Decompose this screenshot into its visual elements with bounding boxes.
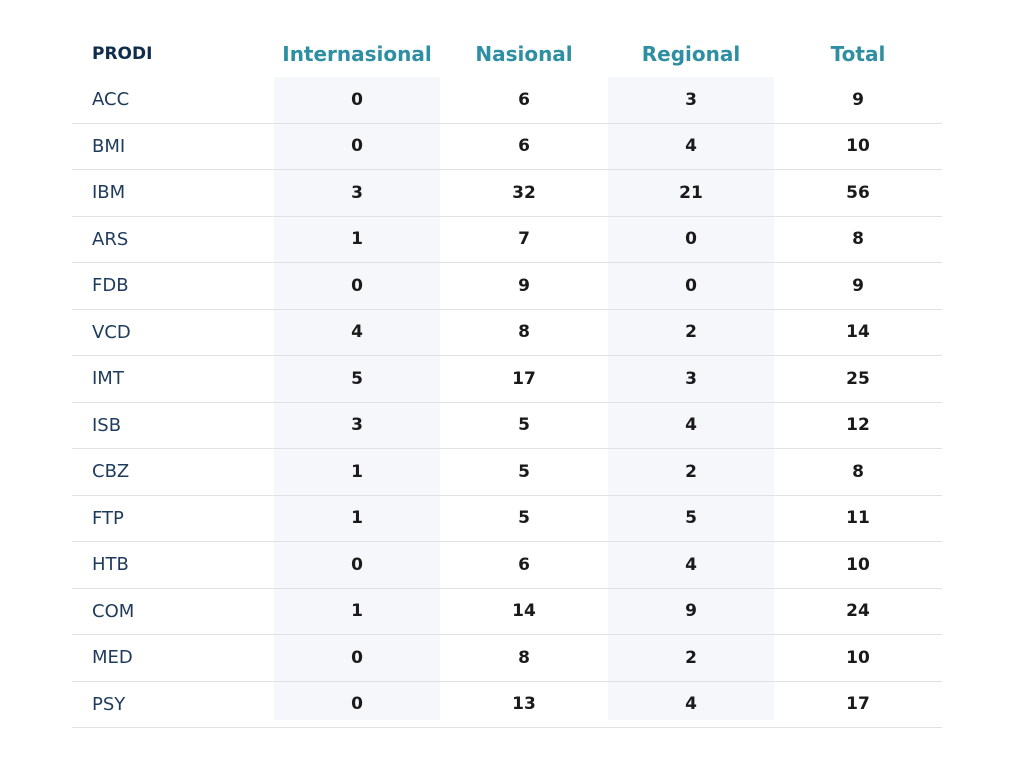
cell-nasional: 7	[518, 229, 530, 250]
table-row: FDB 0 9 0 9	[72, 263, 942, 310]
cell-internasional: 3	[351, 182, 363, 203]
cell-nasional: 32	[512, 182, 536, 203]
table-header-row: PRODI Internasional Nasional Regional To…	[72, 30, 942, 77]
cell-regional: 5	[685, 508, 697, 529]
cell-regional: 4	[685, 136, 697, 157]
cell-prodi: VCD	[92, 321, 131, 343]
cell-prodi: CBZ	[92, 461, 130, 483]
cell-nasional: 5	[518, 415, 530, 436]
cell-nasional: 6	[518, 554, 530, 575]
cell-internasional: 1	[351, 601, 363, 622]
table-row: PSY 0 13 4 17	[72, 682, 942, 728]
cell-nasional: 8	[518, 647, 530, 668]
cell-total: 8	[852, 461, 864, 482]
cell-regional: 21	[679, 182, 703, 203]
cell-total: 11	[846, 508, 870, 529]
cell-regional: 4	[685, 694, 697, 715]
cell-regional: 2	[685, 461, 697, 482]
cell-internasional: 0	[351, 275, 363, 296]
cell-prodi: FDB	[92, 275, 129, 297]
cell-internasional: 0	[351, 136, 363, 157]
cell-total: 9	[852, 275, 864, 296]
cell-prodi: MED	[92, 647, 133, 669]
table-row: BMI 0 6 4 10	[72, 124, 942, 170]
header-prodi: PRODI	[92, 43, 153, 64]
table-row: ARS 1 7 0 8	[72, 217, 942, 263]
cell-nasional: 6	[518, 136, 530, 157]
header-total: Total	[830, 41, 886, 66]
cell-internasional: 0	[351, 647, 363, 668]
cell-internasional: 0	[351, 554, 363, 575]
table-row: FTP 1 5 5 11	[72, 496, 942, 542]
cell-regional: 2	[685, 322, 697, 343]
cell-total: 9	[852, 89, 864, 110]
cell-total: 56	[846, 182, 870, 203]
cell-total: 10	[846, 554, 870, 575]
header-internasional: Internasional	[282, 41, 432, 66]
cell-regional: 3	[685, 89, 697, 110]
cell-regional: 4	[685, 554, 697, 575]
table-row: MED 0 8 2 10	[72, 635, 942, 682]
cell-nasional: 14	[512, 601, 536, 622]
cell-prodi: COM	[92, 600, 135, 622]
cell-internasional: 1	[351, 508, 363, 529]
cell-total: 17	[846, 694, 870, 715]
cell-nasional: 13	[512, 694, 536, 715]
cell-prodi: IBM	[92, 182, 126, 204]
cell-regional: 4	[685, 415, 697, 436]
cell-nasional: 9	[518, 275, 530, 296]
cell-regional: 2	[685, 647, 697, 668]
cell-internasional: 0	[351, 694, 363, 715]
table-row: VCD 4 8 2 14	[72, 310, 942, 356]
cell-internasional: 3	[351, 415, 363, 436]
cell-internasional: 4	[351, 322, 363, 343]
cell-internasional: 1	[351, 229, 363, 250]
cell-nasional: 5	[518, 508, 530, 529]
cell-total: 24	[846, 601, 870, 622]
cell-nasional: 17	[512, 368, 536, 389]
cell-prodi: BMI	[92, 135, 126, 157]
cell-total: 10	[846, 647, 870, 668]
table-body: ACC 0 6 3 9 BMI 0 6 4 10 IBM 3 32 21 56 ARS 1 7 0 8 FDB 0 9 0 9 V…	[72, 77, 942, 728]
cell-internasional: 5	[351, 368, 363, 389]
cell-internasional: 0	[351, 89, 363, 110]
cell-nasional: 8	[518, 322, 530, 343]
table-row: IMT 5 17 3 25	[72, 356, 942, 403]
table-row: COM 1 14 9 24	[72, 589, 942, 635]
cell-total: 10	[846, 136, 870, 157]
cell-prodi: IMT	[92, 368, 124, 390]
cell-total: 14	[846, 322, 870, 343]
cell-prodi: ISB	[92, 414, 122, 436]
table-row: HTB 0 6 4 10	[72, 542, 942, 589]
cell-prodi: PSY	[92, 693, 126, 715]
table-row: CBZ 1 5 2 8	[72, 449, 942, 496]
cell-nasional: 6	[518, 89, 530, 110]
cell-prodi: FTP	[92, 507, 124, 529]
header-regional: Regional	[641, 41, 741, 66]
cell-regional: 0	[685, 275, 697, 296]
cell-total: 8	[852, 229, 864, 250]
cell-total: 25	[846, 368, 870, 389]
table-row: IBM 3 32 21 56	[72, 170, 942, 217]
cell-internasional: 1	[351, 461, 363, 482]
cell-regional: 9	[685, 601, 697, 622]
data-table: PRODI Internasional Nasional Regional To…	[72, 30, 942, 728]
cell-prodi: HTB	[92, 554, 129, 576]
cell-prodi: ARS	[92, 228, 129, 250]
cell-nasional: 5	[518, 461, 530, 482]
cell-regional: 0	[685, 229, 697, 250]
table-row: ACC 0 6 3 9	[72, 77, 942, 124]
cell-regional: 3	[685, 368, 697, 389]
header-nasional: Nasional	[475, 41, 573, 66]
cell-total: 12	[846, 415, 870, 436]
table-row: ISB 3 5 4 12	[72, 403, 942, 449]
cell-prodi: ACC	[92, 89, 130, 111]
